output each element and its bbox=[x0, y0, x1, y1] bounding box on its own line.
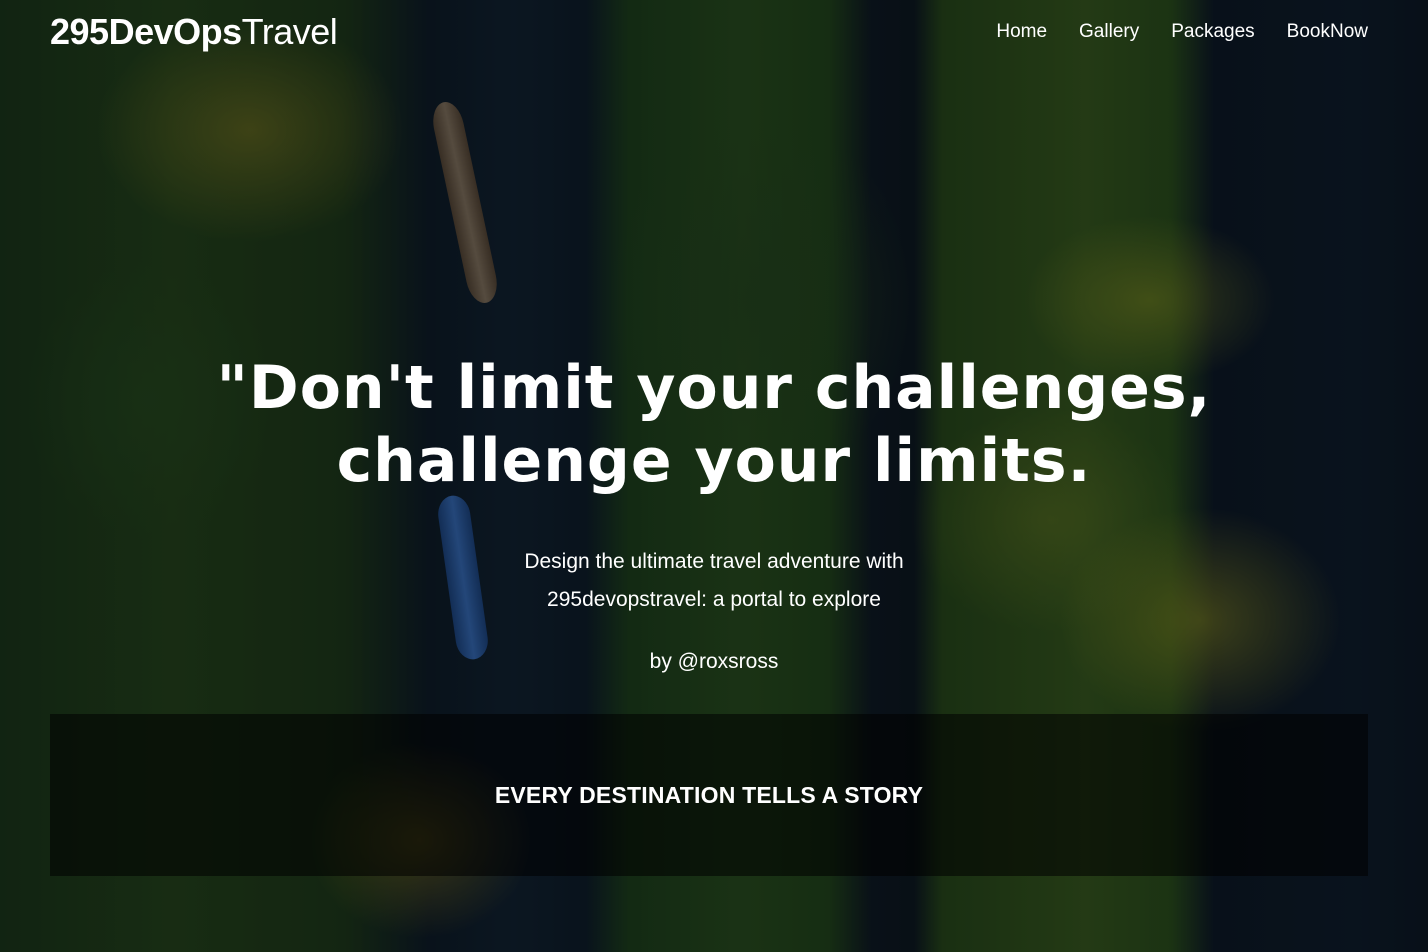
hero-headline: "Don't limit your challenges, challenge … bbox=[216, 353, 1212, 496]
logo-bold-text: 295DevOps bbox=[50, 11, 242, 52]
hero-subtitle-line-1: Design the ultimate travel adventure wit… bbox=[524, 550, 904, 573]
nav-link-packages[interactable]: Packages bbox=[1171, 21, 1254, 43]
nav-link-gallery[interactable]: Gallery bbox=[1079, 21, 1139, 43]
banner-title: EVERY DESTINATION TELLS A STORY bbox=[494, 781, 924, 808]
site-logo[interactable]: 295DevOpsTravel bbox=[50, 11, 338, 52]
navbar: 295DevOpsTravel Home Gallery Packages Bo… bbox=[0, 0, 1428, 64]
hero-section: 295DevOpsTravel Home Gallery Packages Bo… bbox=[0, 0, 1428, 952]
nav-link-booknow[interactable]: BookNow bbox=[1287, 21, 1368, 43]
destination-banner: EVERY DESTINATION TELLS A STORY bbox=[50, 714, 1368, 876]
hero-subtitle: Design the ultimate travel adventure wit… bbox=[0, 543, 1428, 619]
nav-links: Home Gallery Packages BookNow bbox=[996, 21, 1368, 43]
hero-byline: by @roxsross bbox=[649, 650, 779, 673]
hero-subtitle-line-2: 295devopstravel: a portal to explore bbox=[547, 588, 881, 611]
nav-link-home[interactable]: Home bbox=[996, 21, 1047, 43]
logo-light-text: Travel bbox=[241, 11, 338, 52]
